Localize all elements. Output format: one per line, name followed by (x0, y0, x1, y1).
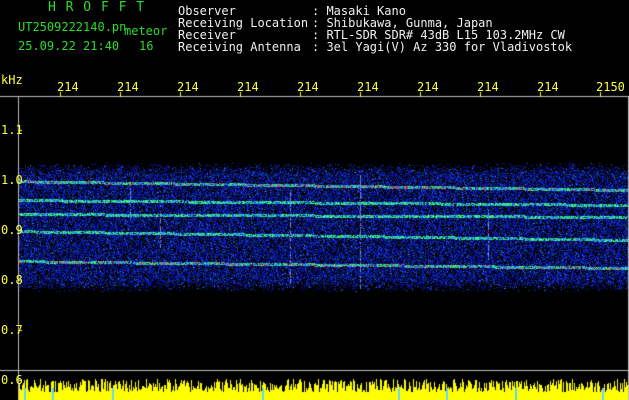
file-name-suffix: meteor (124, 24, 168, 38)
hrofft-window: H R O F F T UT2509222140.pn meteor 25.09… (0, 0, 629, 400)
time-tick: 214 (477, 80, 499, 94)
freq-tick: 1.0 (1, 173, 23, 187)
spectrogram-canvas (0, 0, 629, 400)
freq-tick: 1.1 (1, 123, 23, 137)
time-tick: 214 (117, 80, 139, 94)
time-tick: 2150 (596, 80, 625, 94)
info-value-antenna: : 3el Yagi(V) Az 330 for Vladivostok (312, 40, 573, 54)
time-tick: 214 (357, 80, 379, 94)
freq-tick: 0.7 (1, 323, 23, 337)
file-name: UT2509222140.pn (18, 20, 127, 34)
time-tick: 214 (297, 80, 319, 94)
freq-tick: 0.9 (1, 223, 23, 237)
meteor-count: 16 (139, 39, 154, 53)
time-tick: 214 (537, 80, 559, 94)
freq-tick: 0.6 (1, 373, 23, 387)
time-tick: 214 (57, 80, 79, 94)
time-tick: 214 (417, 80, 439, 94)
freq-unit-label: kHz (1, 73, 23, 87)
info-label-antenna: Receiving Antenna (178, 40, 301, 54)
date-time: 25.09.22 21:40 (18, 39, 120, 53)
freq-tick: 0.8 (1, 273, 23, 287)
time-tick: 214 (237, 80, 259, 94)
time-tick: 214 (177, 80, 199, 94)
app-logo: H R O F F T (48, 0, 146, 15)
